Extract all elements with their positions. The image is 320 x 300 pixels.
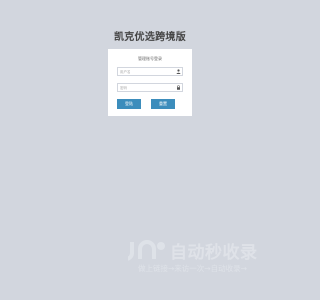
username-field [117, 67, 183, 76]
password-field [117, 83, 183, 92]
login-page: 凯克优选跨境版 管理账号登录 登陆 重置 自动秒收录 做上链接→来访一次→自动收… [0, 0, 300, 300]
watermark-subtitle: 做上链接→来访一次→自动收录→ [138, 264, 247, 273]
username-input[interactable] [118, 68, 176, 75]
user-icon [176, 69, 181, 74]
watermark: 自动秒收录 做上链接→来访一次→自动收录→ [128, 238, 288, 276]
page-title: 凯克优选跨境版 [113, 32, 187, 43]
login-box-message: 管理账号登录 [138, 56, 162, 61]
lock-icon [177, 85, 180, 90]
login-button[interactable]: 登陆 [117, 99, 141, 109]
watermark-title: 自动秒收录 [170, 243, 258, 263]
password-input[interactable] [118, 84, 176, 91]
reset-button[interactable]: 重置 [151, 99, 175, 109]
watermark-logo [128, 240, 165, 261]
